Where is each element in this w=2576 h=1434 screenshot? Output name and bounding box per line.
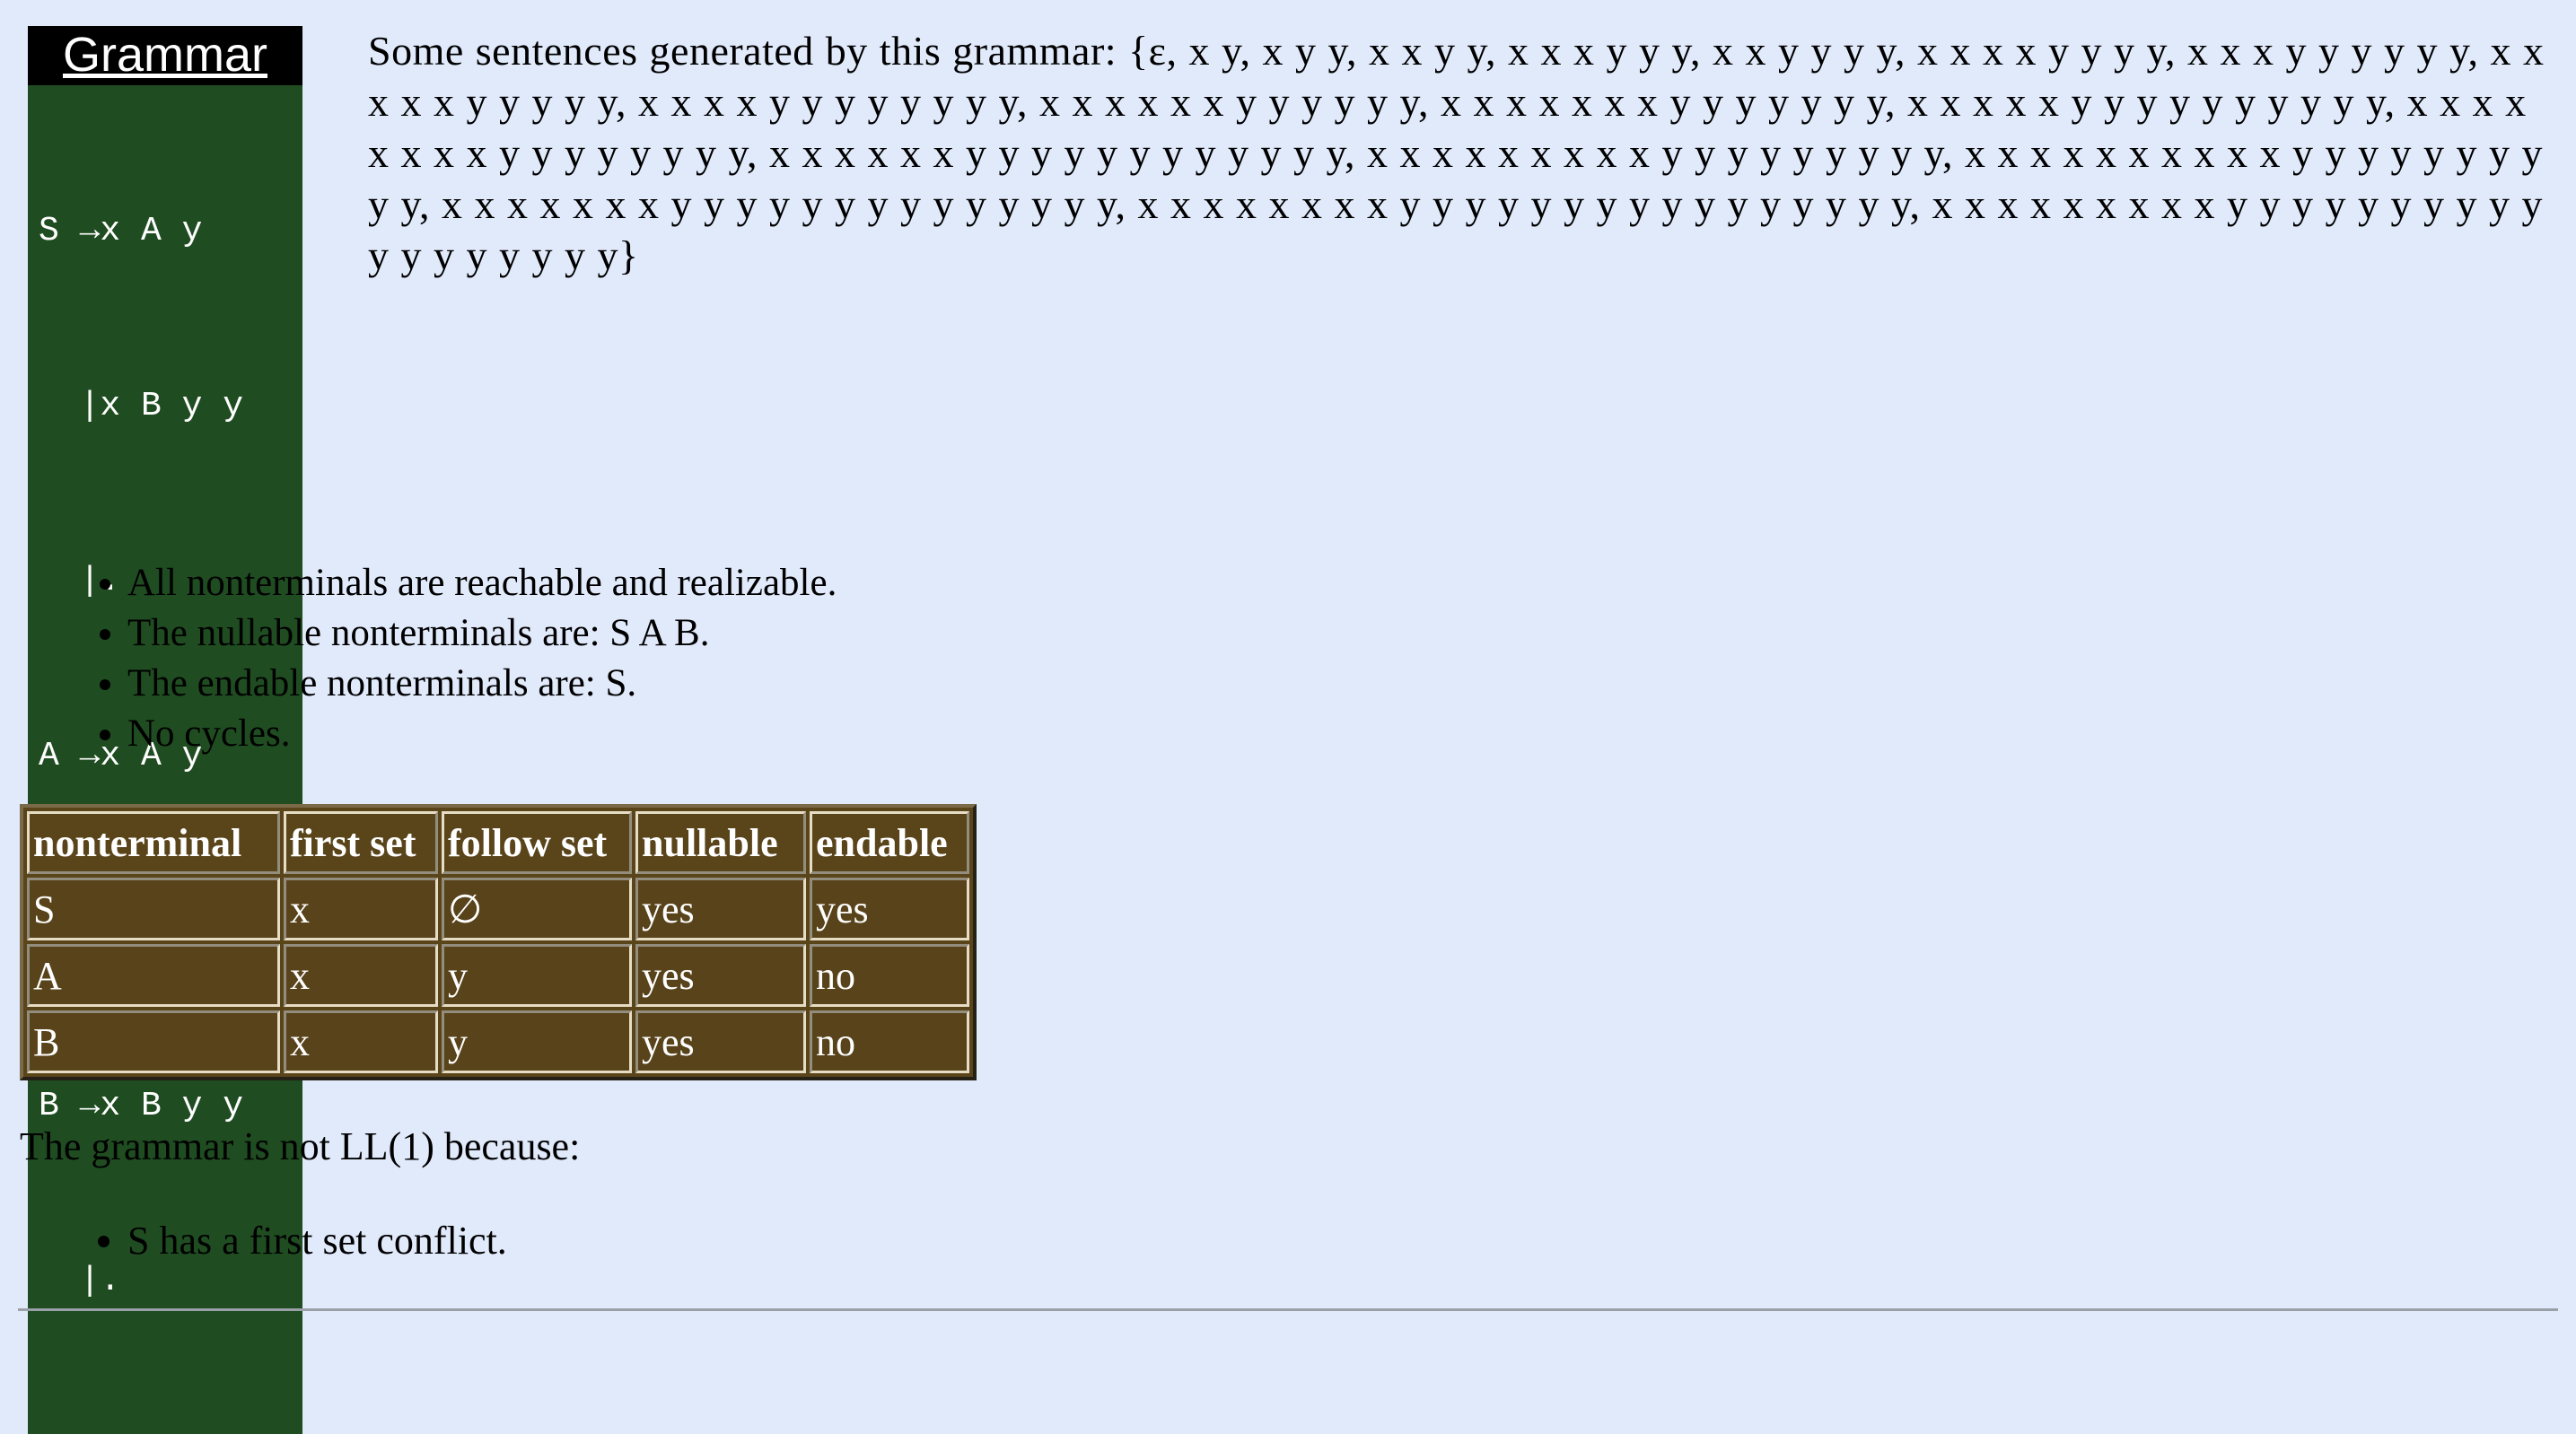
- table-row: A x y yes no: [27, 944, 969, 1007]
- column-header: nonterminal: [27, 811, 280, 874]
- table-cell: A: [27, 944, 280, 1007]
- horizontal-divider: [18, 1308, 2558, 1311]
- table-header-row: nonterminal first set follow set nullabl…: [27, 811, 969, 874]
- table-cell: no: [810, 1010, 969, 1073]
- ll1-statement: The grammar is not LL(1) because:: [20, 1124, 581, 1168]
- property-item: The nullable nonterminals are: S A B.: [127, 608, 837, 659]
- table-cell: x: [284, 878, 438, 940]
- property-item: All nonterminals are reachable and reali…: [127, 558, 837, 608]
- property-item: The endable nonterminals are: S.: [127, 659, 837, 709]
- table-cell: yes: [635, 1010, 806, 1073]
- table-cell: y: [442, 944, 632, 1007]
- table-cell: S: [27, 878, 280, 940]
- ll1-reasons-list: S has a first set conflict.: [52, 1216, 507, 1266]
- grammar-properties-list: All nonterminals are reachable and reali…: [52, 558, 837, 759]
- grammar-rule: S →x A y: [39, 212, 203, 250]
- table-row: S x ∅ yes yes: [27, 878, 969, 940]
- table-cell: ∅: [442, 878, 632, 940]
- column-header: first set: [284, 811, 438, 874]
- nonterminal-table: nonterminal first set follow set nullabl…: [20, 804, 977, 1080]
- column-header: follow set: [442, 811, 632, 874]
- table-cell: B: [27, 1010, 280, 1073]
- table-cell: yes: [810, 878, 969, 940]
- table-cell: yes: [635, 878, 806, 940]
- grammar-rule: |x B y y: [39, 387, 244, 425]
- column-header: endable: [810, 811, 969, 874]
- table-cell: x: [284, 1010, 438, 1073]
- table-row: B x y yes no: [27, 1010, 969, 1073]
- table-cell: x: [284, 944, 438, 1007]
- reason-item: S has a first set conflict.: [127, 1216, 507, 1266]
- generated-sentences: Some sentences generated by this grammar…: [368, 28, 2545, 278]
- table-cell: y: [442, 1010, 632, 1073]
- grammar-title: Grammar: [28, 26, 302, 85]
- table-cell: no: [810, 944, 969, 1007]
- table-cell: yes: [635, 944, 806, 1007]
- column-header: nullable: [635, 811, 806, 874]
- property-item: No cycles.: [127, 709, 837, 759]
